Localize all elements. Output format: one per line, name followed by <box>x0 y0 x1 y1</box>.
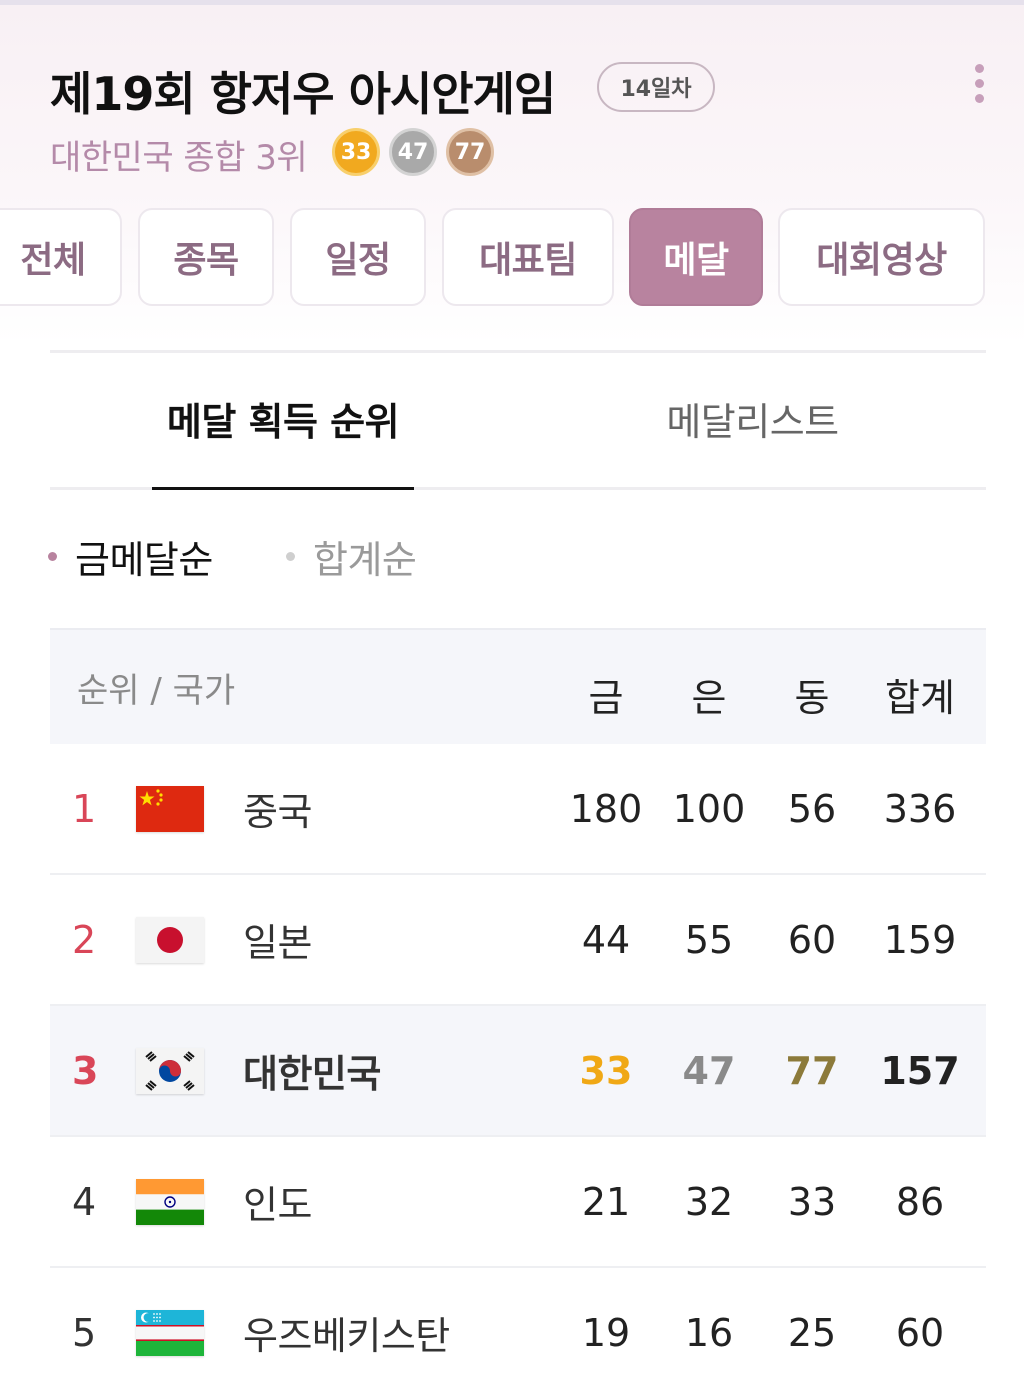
country-name: 우즈베키스탄 <box>243 1314 450 1358</box>
total-count: 60 <box>895 1310 945 1355</box>
gold-count: 19 <box>581 1310 631 1355</box>
silver-count: 32 <box>684 1179 734 1224</box>
silver-count: 55 <box>684 917 734 962</box>
sort-total-label: 합계순 <box>313 537 417 582</box>
bronze-count: 25 <box>787 1310 837 1355</box>
silver-count: 100 <box>672 786 746 831</box>
tab-sports[interactable]: 종목 <box>138 208 274 306</box>
tab-all[interactable]: 전체 <box>0 208 122 306</box>
bronze-count: 33 <box>787 1179 837 1224</box>
bronze-count: 56 <box>787 786 837 831</box>
header-gold: 금 <box>588 676 624 720</box>
gold-count: 21 <box>581 1179 631 1224</box>
sort-by-total[interactable]: 합계순 <box>286 530 417 582</box>
tab-national-team[interactable]: 대표팀 <box>442 208 614 306</box>
country-name: 인도 <box>243 1183 312 1227</box>
top-border <box>0 0 1024 5</box>
tab-medalists[interactable]: 메달리스트 <box>620 388 885 448</box>
header-bronze: 동 <box>794 676 830 720</box>
table-row[interactable]: 1 중국 180 100 56 336 <box>50 744 986 875</box>
sort-by-gold[interactable]: 금메달순 <box>48 530 213 582</box>
header-silver: 은 <box>691 676 727 720</box>
tab-medals[interactable]: 메달 <box>629 208 763 306</box>
total-count: 157 <box>880 1048 960 1093</box>
bronze-count: 60 <box>787 917 837 962</box>
rank: 2 <box>72 917 97 962</box>
bronze-medal-badge: 77 <box>446 128 494 176</box>
header-total: 합계 <box>885 676 955 720</box>
table-row[interactable]: 5 우즈베키스탄 19 16 25 60 <box>50 1268 986 1387</box>
silver-medal-badge: 47 <box>389 128 437 176</box>
table-row[interactable]: 4 인도 21 32 33 86 <box>50 1137 986 1268</box>
gold-medal-badge: 33 <box>332 128 380 176</box>
gold-count: 180 <box>569 786 643 831</box>
table-header: 순위 / 국가 금 은 동 합계 <box>50 628 986 744</box>
silver-count: 47 <box>682 1048 736 1093</box>
korea-summary: 대한민국 종합 3위 <box>50 138 308 178</box>
sort-gold-label: 금메달순 <box>75 537 213 582</box>
korea-flag-icon <box>136 1048 204 1094</box>
section-divider <box>50 350 986 353</box>
header-country: 순위 / 국가 <box>77 670 236 711</box>
tab-medal-ranking[interactable]: 메달 획득 순위 <box>152 388 414 448</box>
rank: 5 <box>72 1310 97 1355</box>
country-name: 중국 <box>243 790 312 834</box>
rank: 3 <box>72 1048 99 1093</box>
tab-schedule[interactable]: 일정 <box>290 208 426 306</box>
table-row-highlighted[interactable]: 3 대한민국 33 47 77 157 <box>50 1006 986 1137</box>
china-flag-icon <box>136 786 204 832</box>
active-tab-underline <box>152 487 414 490</box>
tab-videos[interactable]: 대회영상 <box>778 208 985 306</box>
uzbekistan-flag-icon <box>136 1310 204 1356</box>
table-row[interactable]: 2 일본 44 55 60 159 <box>50 875 986 1006</box>
day-badge: 14일차 <box>597 62 715 112</box>
page-title: 제19회 항저우 아시안게임 <box>50 67 556 121</box>
silver-count: 16 <box>684 1310 734 1355</box>
rank: 1 <box>72 786 97 831</box>
rank: 4 <box>72 1179 97 1224</box>
medal-page: 제19회 항저우 아시안게임 14일차 대한민국 종합 3위 33 47 77 … <box>0 0 1024 1387</box>
japan-flag-icon <box>136 917 204 963</box>
country-name: 일본 <box>243 921 312 965</box>
more-vertical-icon[interactable] <box>970 62 990 104</box>
total-count: 159 <box>883 917 957 962</box>
sort-dot-icon <box>286 551 295 561</box>
gold-count: 33 <box>579 1048 633 1093</box>
sort-dot-icon <box>48 551 57 561</box>
country-name: 대한민국 <box>243 1052 381 1096</box>
bronze-count: 77 <box>785 1048 839 1093</box>
total-count: 86 <box>895 1179 945 1224</box>
gold-count: 44 <box>581 917 631 962</box>
total-count: 336 <box>883 786 957 831</box>
india-flag-icon <box>136 1179 204 1225</box>
